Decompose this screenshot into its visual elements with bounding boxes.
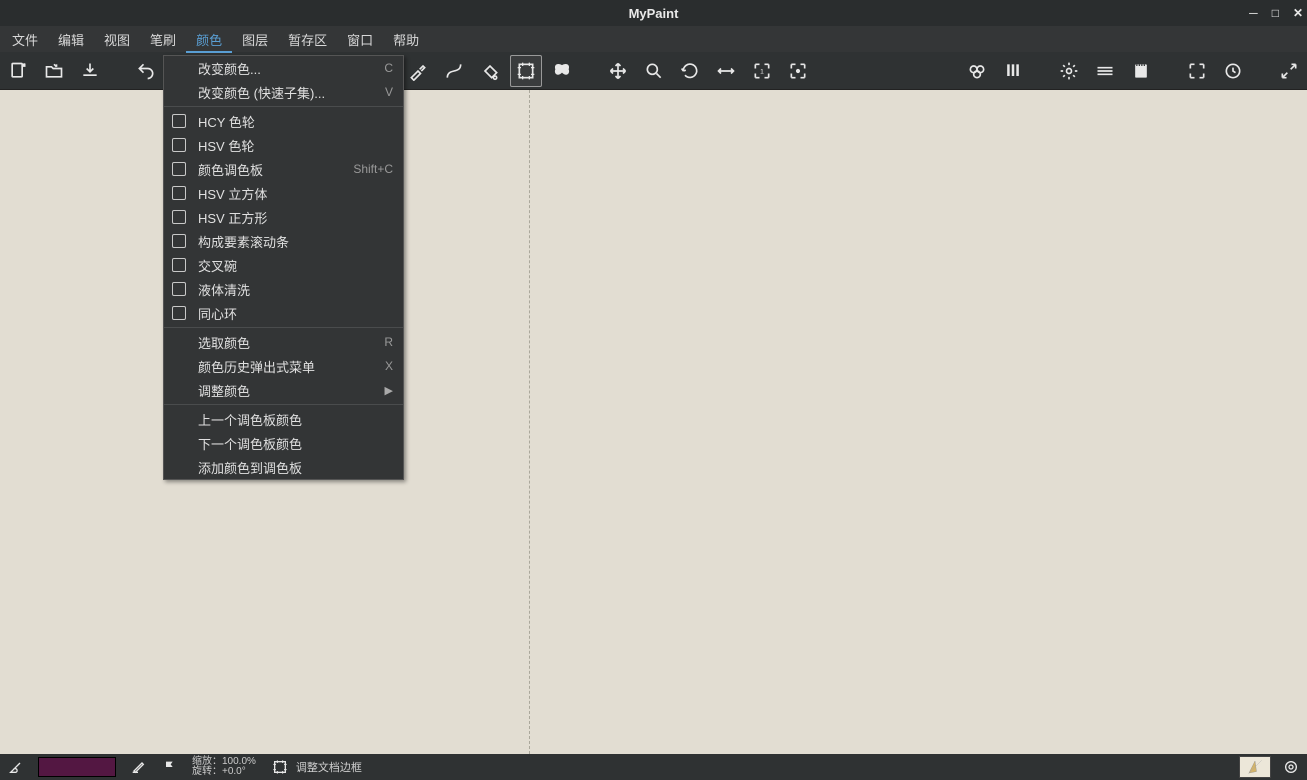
menu-brush[interactable]: 笔刷 <box>140 26 186 53</box>
edit-icon[interactable] <box>126 755 150 779</box>
statusbar: 缩放：100.0% 旋转：+0.0° 调整文档边框 <box>0 754 1307 780</box>
checkbox-icon <box>172 114 186 128</box>
svg-text:1: 1 <box>760 68 764 75</box>
menu-file[interactable]: 文件 <box>2 26 48 53</box>
move-icon[interactable] <box>602 55 634 87</box>
status-mode-text: 调整文档边框 <box>296 759 362 775</box>
window-title: MyPaint <box>629 6 679 21</box>
save-file-icon[interactable] <box>74 55 106 87</box>
maximize-button[interactable]: □ <box>1272 6 1279 20</box>
zoom-icon[interactable] <box>638 55 670 87</box>
status-mode: 调整文档边框 <box>272 759 362 775</box>
menu-separator <box>164 327 403 328</box>
menu-hcy-wheel[interactable]: HCY 色轮 <box>164 109 403 133</box>
checkbox-icon <box>172 138 186 152</box>
menu-layer[interactable]: 图层 <box>232 26 278 53</box>
menu-components[interactable]: 构成要素滚动条 <box>164 229 403 253</box>
fill-icon[interactable] <box>474 55 506 87</box>
menu-separator <box>164 404 403 405</box>
brush-preview[interactable] <box>1239 756 1271 778</box>
menu-liquid-wash[interactable]: 液体清洗 <box>164 277 403 301</box>
frame-edge <box>529 90 530 754</box>
status-info: 缩放：100.0% 旋转：+0.0° <box>192 757 256 777</box>
menu-scratch[interactable]: 暂存区 <box>278 26 337 53</box>
titlebar: MyPaint ─ □ ✕ <box>0 0 1307 26</box>
frame-icon[interactable] <box>510 55 542 87</box>
menu-cross-bowl[interactable]: 交叉碗 <box>164 253 403 277</box>
curve-icon[interactable] <box>438 55 470 87</box>
undo-icon[interactable] <box>130 55 162 87</box>
menu-edit[interactable]: 编辑 <box>48 26 94 53</box>
brushes-icon[interactable] <box>997 55 1029 87</box>
options-icon[interactable] <box>1279 755 1303 779</box>
menubar: 文件编辑视图笔刷颜色图层暂存区窗口帮助 <box>0 26 1307 52</box>
flag-icon[interactable] <box>158 755 182 779</box>
color-wheel-icon[interactable] <box>961 55 993 87</box>
menu-change-color[interactable]: 改变颜色...C <box>164 56 403 80</box>
settings-icon[interactable] <box>1053 55 1085 87</box>
picker-icon[interactable] <box>402 55 434 87</box>
open-file-icon[interactable] <box>38 55 70 87</box>
menu-color[interactable]: 颜色 <box>186 26 232 53</box>
history-icon[interactable] <box>1217 55 1249 87</box>
chevron-right-icon: ▶ <box>385 384 393 397</box>
checkbox-icon <box>172 306 186 320</box>
expand-icon[interactable] <box>1273 55 1305 87</box>
brush-tool-icon[interactable] <box>4 755 28 779</box>
flip-h-icon[interactable] <box>710 55 742 87</box>
menu-next-palette[interactable]: 下一个调色板颜色 <box>164 431 403 455</box>
menu-pick-color[interactable]: 选取颜色R <box>164 330 403 354</box>
menu-view[interactable]: 视图 <box>94 26 140 53</box>
menu-hsv-cube[interactable]: HSV 立方体 <box>164 181 403 205</box>
color-menu-dropdown: 改变颜色...C 改变颜色 (快速子集)...V HCY 色轮 HSV 色轮 颜… <box>163 55 404 480</box>
menu-window[interactable]: 窗口 <box>337 26 383 53</box>
menu-separator <box>164 106 403 107</box>
frame-icon <box>272 759 288 775</box>
window-controls: ─ □ ✕ <box>1249 6 1303 20</box>
fit-icon[interactable]: 1 <box>746 55 778 87</box>
checkbox-icon <box>172 210 186 224</box>
checkbox-icon <box>172 258 186 272</box>
menu-concentric[interactable]: 同心环 <box>164 301 403 325</box>
new-file-icon[interactable] <box>2 55 34 87</box>
menu-add-to-palette[interactable]: 添加颜色到调色板 <box>164 455 403 479</box>
checkbox-icon <box>172 282 186 296</box>
menu-change-color-quick[interactable]: 改变颜色 (快速子集)...V <box>164 80 403 104</box>
color-swatch[interactable] <box>38 757 116 777</box>
menu-help[interactable]: 帮助 <box>383 26 429 53</box>
rotate-icon[interactable] <box>674 55 706 87</box>
fullscreen-icon[interactable] <box>1181 55 1213 87</box>
menu-hsv-square[interactable]: HSV 正方形 <box>164 205 403 229</box>
close-button[interactable]: ✕ <box>1293 6 1303 20</box>
menu-adjust-color[interactable]: 调整颜色▶ <box>164 378 403 402</box>
menu-history-popup[interactable]: 颜色历史弹出式菜单X <box>164 354 403 378</box>
menu-palette[interactable]: 颜色调色板Shift+C <box>164 157 403 181</box>
menu-prev-palette[interactable]: 上一个调色板颜色 <box>164 407 403 431</box>
layers-icon[interactable] <box>1089 55 1121 87</box>
scratchpad-icon[interactable] <box>1125 55 1157 87</box>
checkbox-icon <box>172 162 186 176</box>
butterfly-icon[interactable] <box>546 55 578 87</box>
checkbox-icon <box>172 234 186 248</box>
minimize-button[interactable]: ─ <box>1249 6 1258 20</box>
menu-hsv-wheel[interactable]: HSV 色轮 <box>164 133 403 157</box>
checkbox-icon <box>172 186 186 200</box>
center-icon[interactable] <box>782 55 814 87</box>
